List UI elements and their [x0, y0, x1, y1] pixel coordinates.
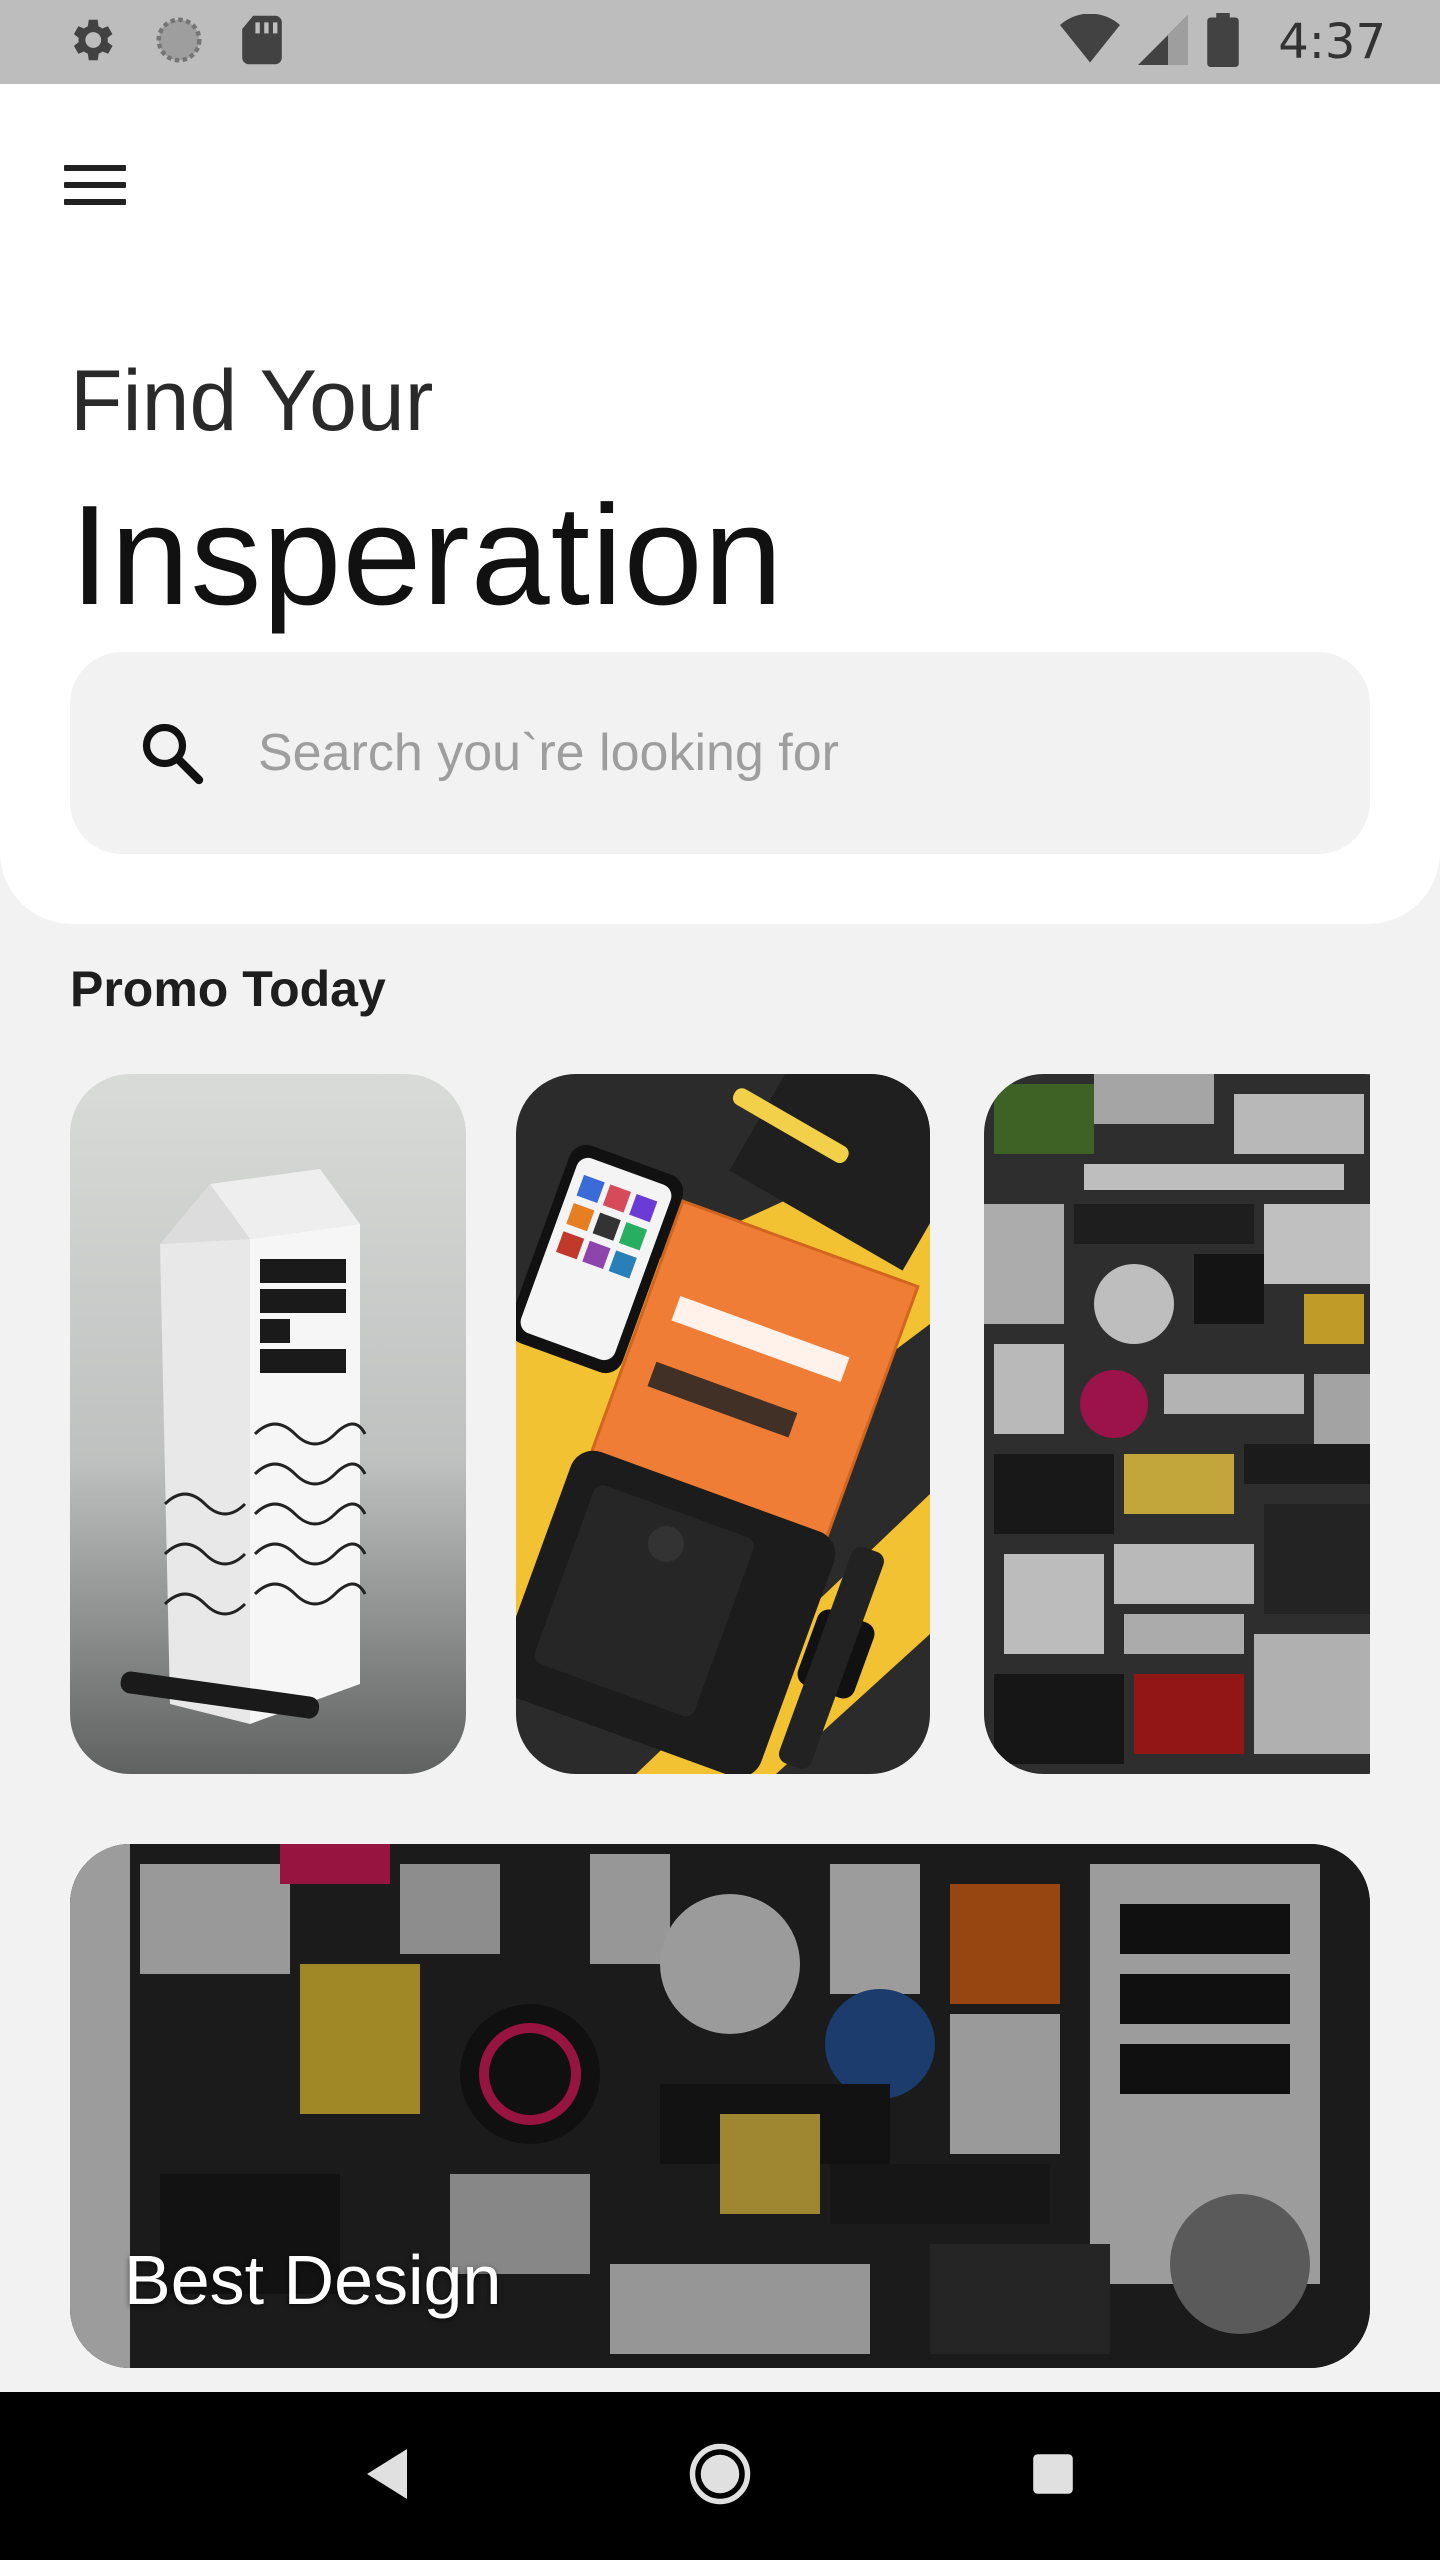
- promo-card-design-book[interactable]: [516, 1074, 930, 1774]
- search-bar[interactable]: [70, 652, 1370, 854]
- system-nav-bar: [0, 2392, 1440, 2560]
- section-title-promo: Promo Today: [70, 961, 386, 1017]
- menu-icon-line: [64, 199, 126, 205]
- menu-button[interactable]: [60, 148, 134, 222]
- banner-best-design[interactable]: Best Design: [70, 1844, 1370, 2368]
- page-title: Insperation: [70, 476, 784, 635]
- signal-icon: [1138, 14, 1189, 71]
- sync-icon: [152, 13, 206, 72]
- home-icon: [687, 2441, 753, 2512]
- settings-icon: [64, 13, 118, 72]
- status-left-icons: [64, 13, 284, 72]
- promo-image-stickers: [984, 1074, 1370, 1774]
- menu-icon-line: [64, 165, 126, 171]
- wifi-icon: [1060, 13, 1121, 71]
- status-right-icons: 4:37: [1060, 12, 1386, 72]
- page-subtitle: Find Your: [70, 353, 434, 449]
- search-input[interactable]: [258, 723, 1308, 783]
- promo-image-carton: [70, 1074, 466, 1774]
- recents-icon: [1031, 2452, 1075, 2501]
- battery-icon: [1206, 12, 1240, 72]
- recents-button[interactable]: [1003, 2426, 1103, 2526]
- back-icon: [362, 2446, 412, 2507]
- status-bar: 4:37: [0, 0, 1440, 84]
- promo-carousel[interactable]: [70, 1074, 1370, 1774]
- promo-card-sticker-wall[interactable]: [984, 1074, 1370, 1774]
- promo-card-boxed-water[interactable]: [70, 1074, 466, 1774]
- sd-card-icon: [240, 13, 284, 72]
- menu-icon-line: [64, 182, 126, 188]
- status-time: 4:37: [1278, 14, 1386, 70]
- home-button[interactable]: [670, 2426, 770, 2526]
- promo-image-book: [516, 1074, 930, 1774]
- header-card: Find Your Insperation: [0, 84, 1440, 924]
- back-button[interactable]: [337, 2426, 437, 2526]
- banner-title: Best Design: [124, 2241, 502, 2319]
- search-icon[interactable]: [136, 717, 208, 789]
